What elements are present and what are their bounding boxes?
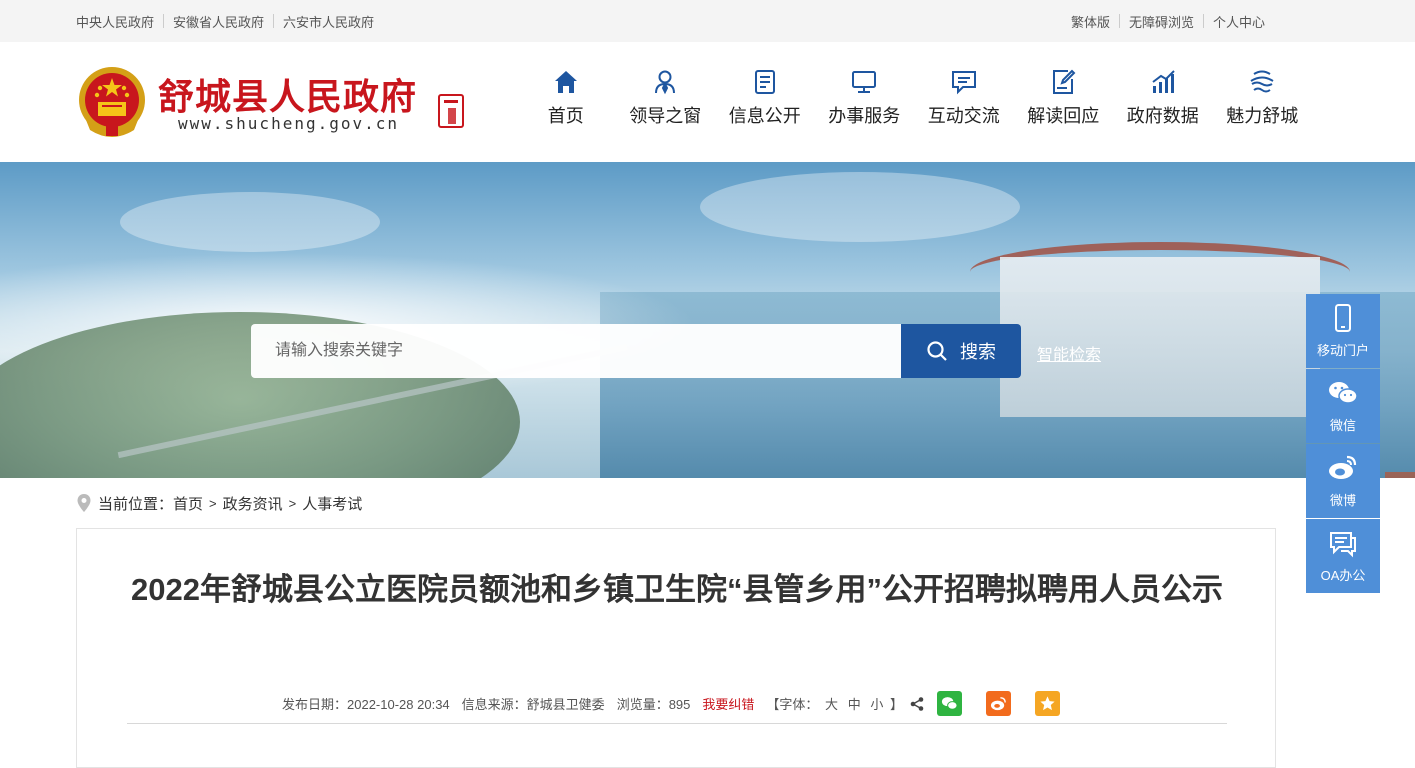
main-nav: 首页 领导之窗 信息公开 办事服务 互动交流 解读回应 政府数据 魅力舒城 bbox=[516, 68, 1312, 128]
divider bbox=[1118, 14, 1120, 28]
site-url: www.shucheng.gov.cn bbox=[178, 114, 400, 133]
nav-item-home[interactable]: 首页 bbox=[516, 68, 616, 128]
share-icon[interactable] bbox=[909, 696, 925, 712]
side-label: 微信 bbox=[1329, 418, 1356, 433]
breadcrumb: 当前位置： 首页 > 政务资讯 > 人事考试 bbox=[76, 491, 362, 515]
article-meta: 发布日期：2022-10-28 20:34 信息来源：舒城县卫健委 浏览量：89… bbox=[77, 691, 1277, 716]
document-icon bbox=[754, 70, 775, 94]
nav-item-interpretation[interactable]: 解读回应 bbox=[1014, 68, 1114, 128]
home-icon bbox=[554, 71, 577, 93]
nav-label: 办事服务 bbox=[828, 106, 901, 126]
accessibility-link[interactable]: 无障碍浏览 bbox=[1129, 12, 1194, 31]
nav-label: 互动交流 bbox=[927, 106, 1000, 126]
link-central-gov[interactable]: 中央人民政府 bbox=[76, 12, 154, 31]
breadcrumb-separator: > bbox=[288, 495, 297, 511]
side-label: 移动门户 bbox=[1316, 343, 1369, 358]
search-icon bbox=[927, 341, 947, 361]
divider bbox=[273, 14, 275, 28]
breadcrumb-home[interactable]: 首页 bbox=[173, 493, 203, 514]
leader-icon bbox=[655, 70, 676, 95]
nav-label: 政府数据 bbox=[1126, 106, 1199, 126]
gov-links: 中央人民政府 安徽省人民政府 六安市人民政府 bbox=[76, 0, 374, 42]
link-luan-gov[interactable]: 六安市人民政府 bbox=[283, 12, 374, 31]
side-label: 微博 bbox=[1329, 493, 1356, 508]
star-icon bbox=[1040, 696, 1055, 711]
seal-stamp-icon bbox=[438, 94, 464, 128]
font-size-large[interactable]: 大 bbox=[825, 697, 838, 712]
smart-search-link[interactable]: 智能检索 bbox=[1037, 341, 1101, 365]
side-float-bar: 移动门户 微信 微博 OA办公 bbox=[1306, 294, 1380, 594]
monitor-icon bbox=[852, 71, 877, 93]
article-title: 2022年舒城县公立医院员额池和乡镇卫生院“县管乡用”公开招聘拟聘用人员公示 bbox=[131, 572, 1223, 607]
share-wechat-button[interactable] bbox=[936, 691, 962, 716]
wechat-icon bbox=[941, 697, 958, 710]
nav-label: 领导之窗 bbox=[629, 106, 702, 126]
share-weibo-button[interactable] bbox=[985, 691, 1011, 716]
location-pin-icon bbox=[77, 494, 91, 512]
nav-item-leaders[interactable]: 领导之窗 bbox=[616, 68, 716, 128]
font-size-close: 】 bbox=[889, 697, 903, 712]
publish-date: 发布日期：2022-10-28 20:34 bbox=[282, 697, 450, 712]
report-error-link[interactable]: 我要纠错 bbox=[702, 694, 754, 713]
personal-center-link[interactable]: 个人中心 bbox=[1213, 12, 1265, 31]
divider bbox=[163, 14, 165, 28]
search-button-label: 搜索 bbox=[960, 342, 996, 362]
banner-pagoda bbox=[1385, 472, 1415, 478]
chart-icon bbox=[1152, 70, 1175, 93]
breadcrumb-gov-news[interactable]: 政务资讯 bbox=[223, 493, 283, 514]
view-count: 浏览量：895 bbox=[616, 697, 691, 712]
utility-links: 繁体版 无障碍浏览 个人中心 bbox=[1071, 0, 1265, 42]
nav-label: 解读回应 bbox=[1027, 106, 1100, 126]
side-wechat[interactable]: 微信 bbox=[1306, 369, 1380, 443]
weibo-icon bbox=[990, 697, 1006, 711]
nav-label: 信息公开 bbox=[728, 106, 801, 126]
breadcrumb-personnel-exam[interactable]: 人事考试 bbox=[302, 493, 362, 514]
font-size-small[interactable]: 小 bbox=[870, 697, 883, 712]
site-header: 舒城县人民政府 www.shucheng.gov.cn 首页 领导之窗 信息公开… bbox=[0, 42, 1415, 162]
meta-divider bbox=[127, 723, 1227, 724]
divider bbox=[1202, 14, 1204, 28]
top-bar: 中央人民政府 安徽省人民政府 六安市人民政府 繁体版 无障碍浏览 个人中心 bbox=[0, 0, 1415, 42]
site-title[interactable]: 舒城县人民政府 bbox=[158, 68, 417, 120]
font-size-open: 【字体： bbox=[766, 697, 819, 712]
link-anhui-gov[interactable]: 安徽省人民政府 bbox=[173, 12, 264, 31]
nav-item-info-disclosure[interactable]: 信息公开 bbox=[715, 68, 815, 128]
search-button[interactable]: 搜索 bbox=[901, 324, 1021, 378]
mobile-phone-icon bbox=[1335, 304, 1351, 332]
nav-item-charm-shucheng[interactable]: 魅力舒城 bbox=[1213, 68, 1313, 128]
landscape-icon bbox=[1250, 70, 1274, 93]
nav-item-services[interactable]: 办事服务 bbox=[815, 68, 915, 128]
side-label: OA办公 bbox=[1320, 568, 1366, 583]
favorite-button[interactable] bbox=[1034, 691, 1060, 716]
search-input[interactable] bbox=[251, 324, 901, 378]
weibo-icon bbox=[1329, 455, 1357, 479]
side-weibo[interactable]: 微博 bbox=[1306, 444, 1380, 518]
nav-item-gov-data[interactable]: 政府数据 bbox=[1113, 68, 1213, 128]
font-size-control: 【字体： 大 中 小 】 bbox=[766, 694, 903, 713]
edit-doc-icon bbox=[1053, 69, 1076, 94]
breadcrumb-separator: > bbox=[209, 495, 217, 511]
national-emblem-icon[interactable] bbox=[76, 64, 148, 140]
nav-label: 首页 bbox=[547, 106, 584, 126]
info-source: 信息来源：舒城县卫健委 bbox=[461, 697, 605, 712]
message-icon bbox=[1330, 532, 1356, 558]
hero-banner bbox=[0, 162, 1415, 478]
article-panel: 2022年舒城县公立医院员额池和乡镇卫生院“县管乡用”公开招聘拟聘用人员公示 发… bbox=[76, 528, 1276, 768]
nav-item-interaction[interactable]: 互动交流 bbox=[914, 68, 1014, 128]
search-box bbox=[251, 324, 901, 378]
chat-icon bbox=[951, 71, 976, 95]
wechat-icon bbox=[1329, 382, 1358, 404]
side-oa-office[interactable]: OA办公 bbox=[1306, 519, 1380, 593]
font-size-medium[interactable]: 中 bbox=[848, 697, 861, 712]
nav-label: 魅力舒城 bbox=[1226, 106, 1299, 126]
banner-station bbox=[1000, 257, 1320, 417]
breadcrumb-label: 当前位置： bbox=[98, 495, 174, 513]
traditional-chinese-link[interactable]: 繁体版 bbox=[1071, 12, 1110, 31]
side-mobile-portal[interactable]: 移动门户 bbox=[1306, 294, 1380, 368]
